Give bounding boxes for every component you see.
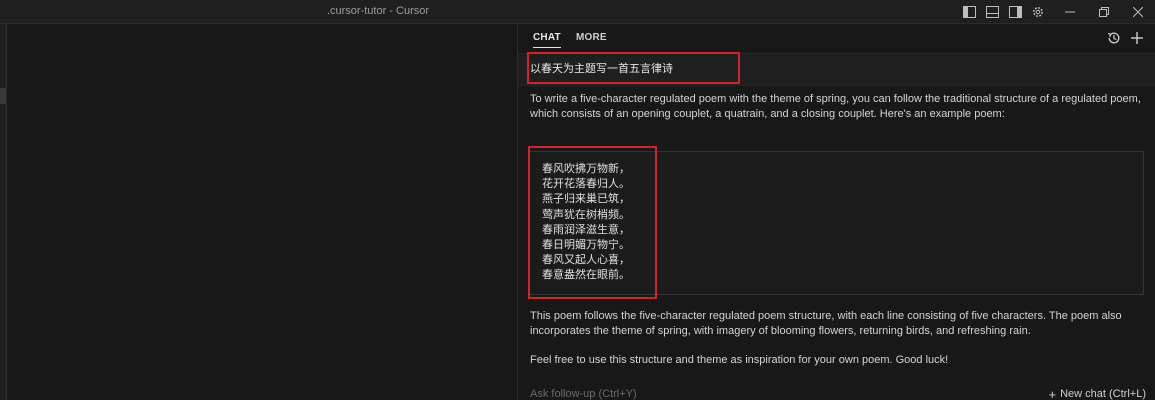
new-chat-button[interactable]: + New chat (Ctrl+L) bbox=[1049, 388, 1146, 400]
editor-area[interactable] bbox=[0, 24, 517, 400]
new-chat-label: New chat (Ctrl+L) bbox=[1060, 388, 1146, 400]
gear-icon[interactable] bbox=[1030, 5, 1046, 19]
assistant-reply-intro: To write a five-character regulated poem… bbox=[530, 93, 1141, 120]
assistant-reply-closing: Feel free to use this structure and them… bbox=[530, 354, 949, 366]
minimize-icon[interactable] bbox=[1053, 0, 1087, 24]
plus-icon: + bbox=[1048, 386, 1057, 400]
tab-chat[interactable]: CHAT bbox=[533, 32, 561, 48]
panel-tabs: CHAT MORE bbox=[518, 24, 1155, 52]
close-icon[interactable] bbox=[1121, 0, 1155, 24]
tab-more[interactable]: MORE bbox=[576, 32, 607, 43]
plus-icon[interactable] bbox=[1128, 30, 1146, 46]
panel-actions bbox=[1100, 30, 1146, 46]
restore-icon[interactable] bbox=[1087, 0, 1121, 24]
chat-footer: Ask follow-up (Ctrl+Y) + New chat (Ctrl+… bbox=[518, 386, 1155, 400]
scroll-indicator bbox=[0, 88, 6, 104]
history-icon[interactable] bbox=[1105, 30, 1123, 46]
highlight-box-poem bbox=[528, 146, 657, 299]
title-bar-controls bbox=[961, 0, 1155, 24]
toggle-primary-sidebar-icon[interactable] bbox=[961, 5, 977, 19]
assistant-reply-explanation: This poem follows the five-character reg… bbox=[530, 310, 1122, 337]
chat-panel: CHAT MORE 以春天为主题写一首五言律诗 To write a five-… bbox=[517, 24, 1155, 400]
toggle-secondary-sidebar-icon[interactable] bbox=[1007, 5, 1023, 19]
window-title: .cursor-tutor - Cursor bbox=[326, 5, 430, 17]
toggle-panel-icon[interactable] bbox=[984, 5, 1000, 19]
followup-input[interactable]: Ask follow-up (Ctrl+Y) bbox=[530, 388, 637, 400]
title-bar: .cursor-tutor - Cursor bbox=[0, 0, 1155, 24]
highlight-box-prompt bbox=[527, 52, 740, 84]
editor-gutter bbox=[0, 24, 7, 400]
